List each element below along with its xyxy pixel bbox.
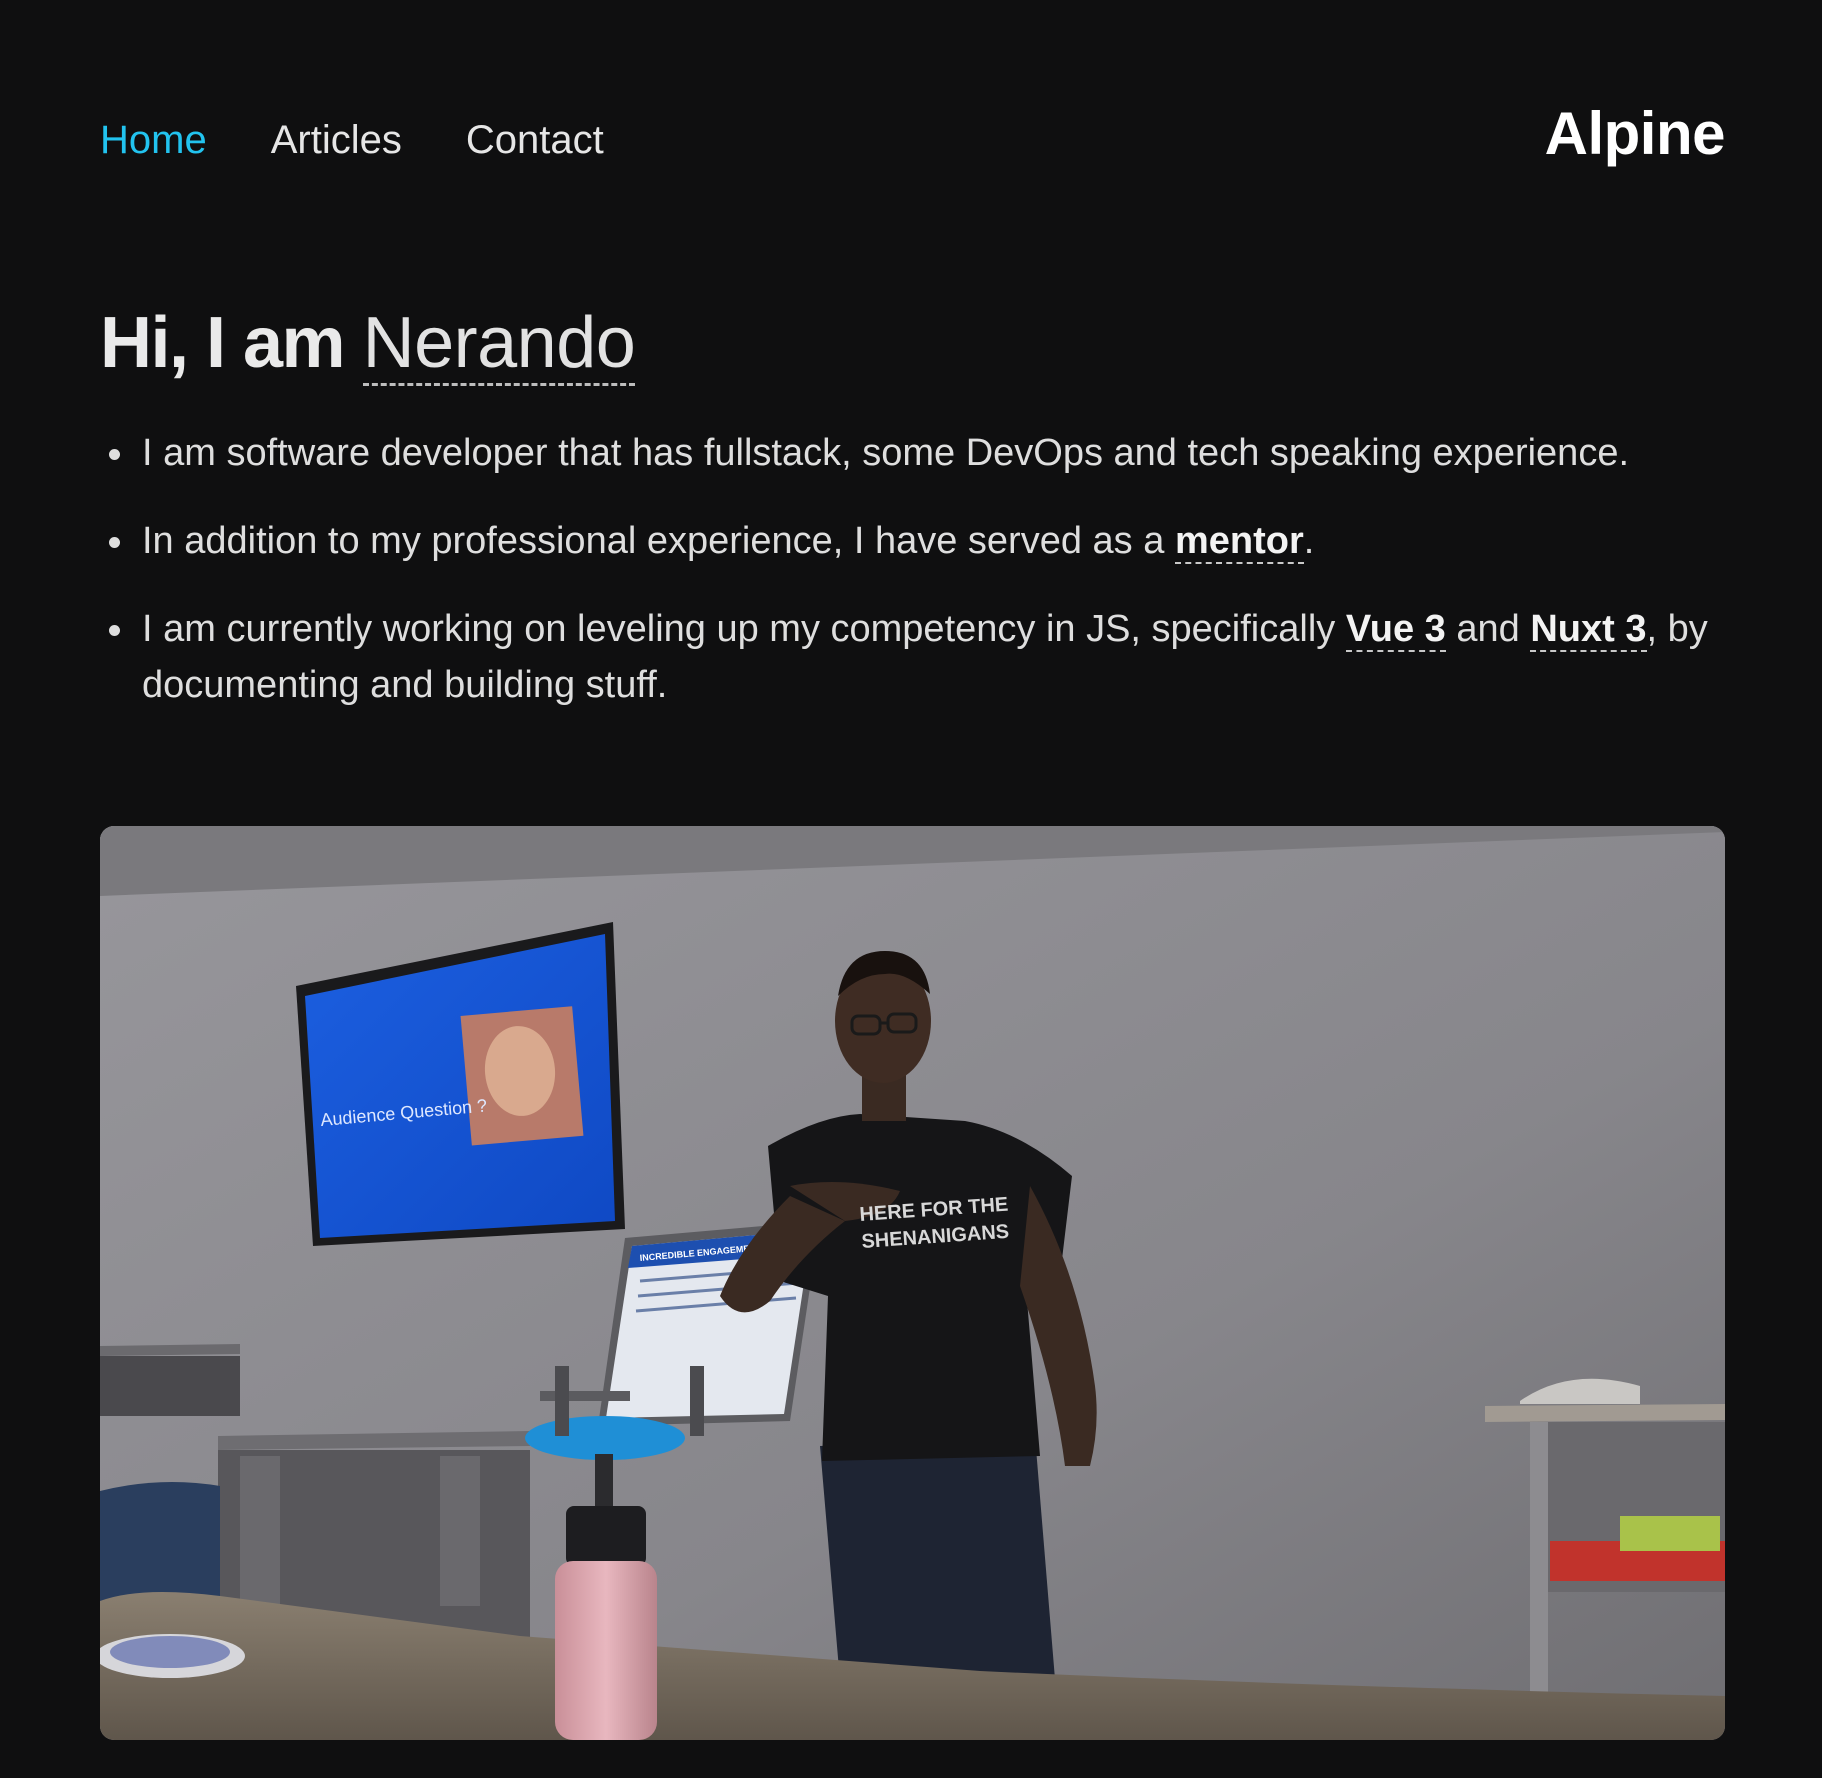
list-item: I am currently working on leveling up my… (109, 601, 1772, 713)
water-bottle (555, 1506, 657, 1740)
nav-articles-link[interactable]: Articles (271, 112, 402, 168)
nuxt3-link[interactable]: Nuxt 3 (1530, 608, 1647, 652)
nav-contact-link[interactable]: Contact (466, 112, 604, 168)
hero-greeting: Hi, I am (100, 303, 346, 383)
about-list: I am software developer that has fullsta… (100, 425, 1772, 745)
list-item: In addition to my professional experienc… (109, 513, 1772, 569)
speaker-photo-illustration: Audience Question ? INCREDIBLE ENGAGEMEN… (100, 826, 1725, 1740)
brand-logo[interactable]: Alpine (1545, 98, 1726, 170)
hero-name: Nerando (362, 303, 636, 386)
fact-text: I am software developer that has fullsta… (142, 432, 1630, 474)
list-item: I am software developer that has fullsta… (109, 425, 1772, 481)
mentor-link[interactable]: mentor (1174, 520, 1304, 564)
vue3-link[interactable]: Vue 3 (1345, 608, 1446, 652)
main-nav: Home Articles Contact (100, 112, 604, 168)
fact-text: I am currently working on leveling up my… (142, 608, 1336, 650)
fact-text: In addition to my professional experienc… (142, 520, 1165, 562)
hero-photo: Audience Question ? INCREDIBLE ENGAGEMEN… (100, 826, 1725, 1740)
fact-text-suffix: . (1303, 520, 1315, 562)
hero-title: Hi, I am Nerando (100, 298, 636, 388)
nav-home-link[interactable]: Home (100, 112, 207, 168)
fact-text-and: and (1456, 608, 1520, 650)
page: Home Articles Contact Alpine Hi, I am Ne… (0, 0, 1822, 1778)
